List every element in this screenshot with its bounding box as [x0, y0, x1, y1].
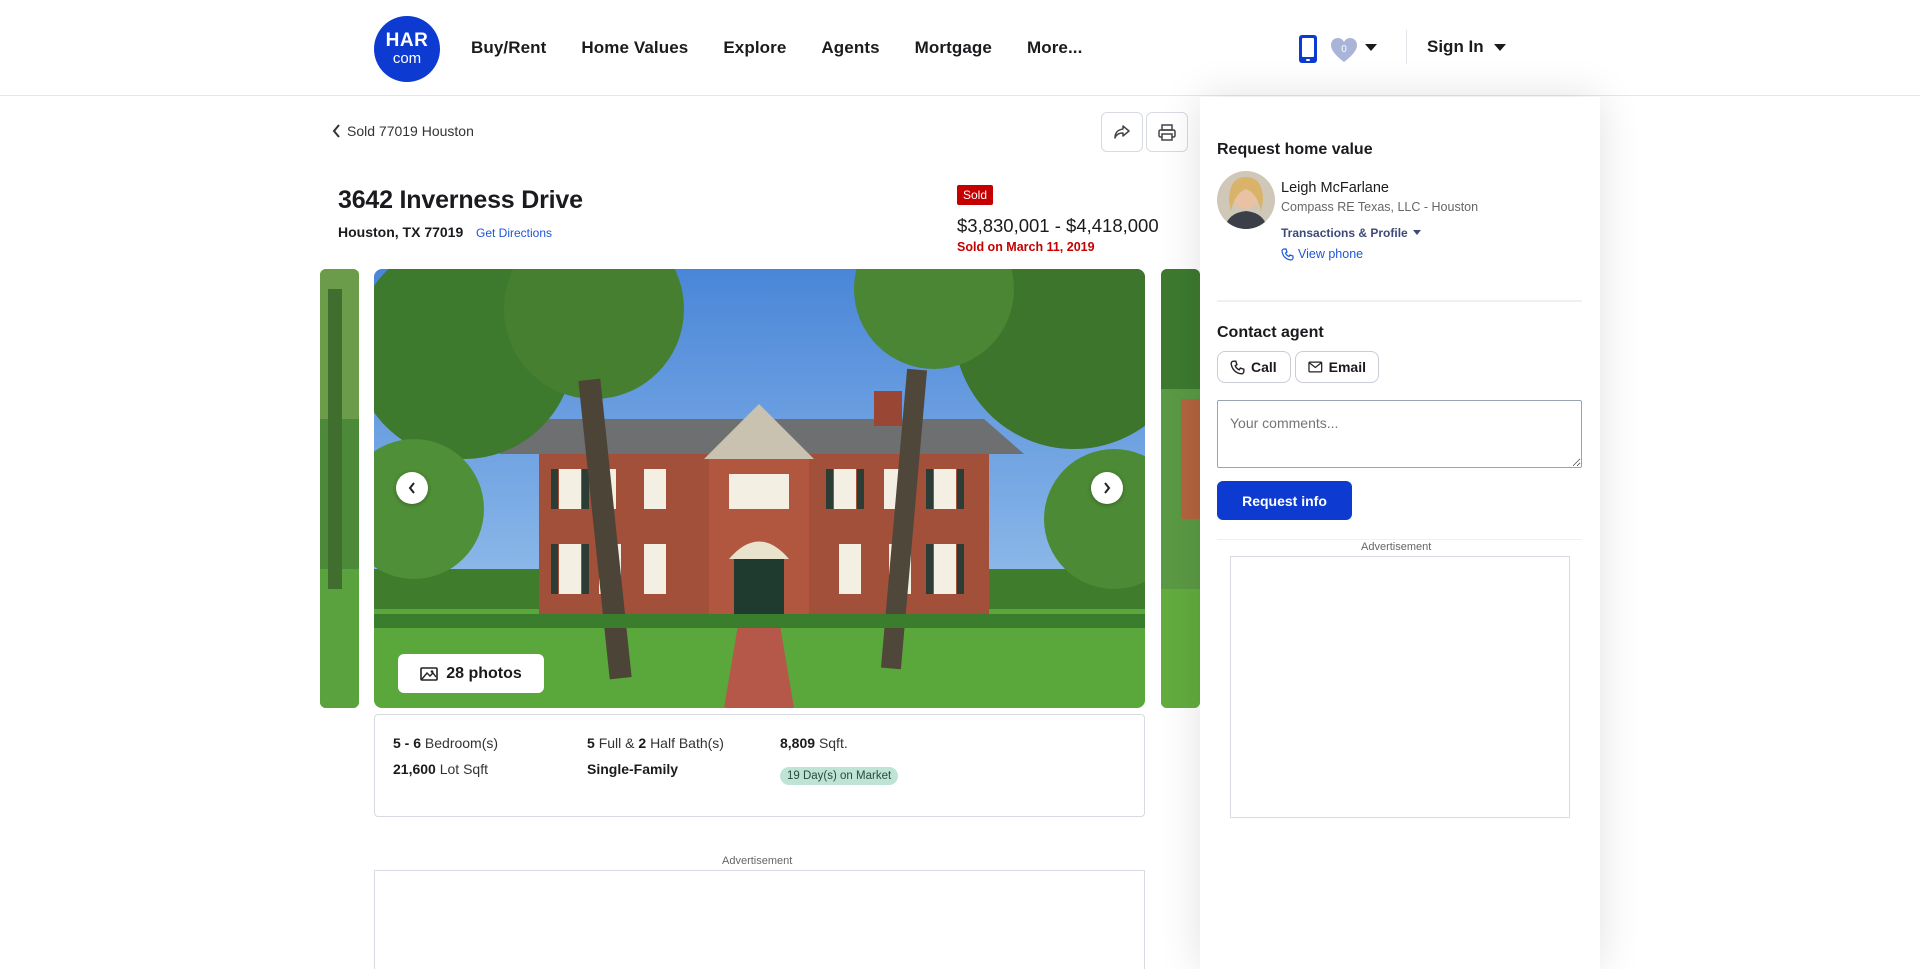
sidebar-advertisement-box[interactable] [1230, 556, 1570, 818]
full-bath-value: 5 [587, 735, 595, 751]
header-divider [1406, 30, 1407, 64]
agent-company: Compass RE Texas, LLC - Houston [1281, 200, 1479, 214]
chevron-right-icon [1104, 482, 1111, 494]
half-bath-value: 2 [638, 735, 647, 751]
transactions-profile-label: Transactions & Profile [1281, 226, 1408, 240]
email-icon [1308, 361, 1323, 373]
share-icon [1114, 125, 1130, 139]
nav-mortgage[interactable]: Mortgage [915, 38, 992, 58]
logo-text-bottom: com [392, 50, 422, 67]
print-button[interactable] [1146, 112, 1188, 152]
main-listing-photo[interactable] [374, 269, 1145, 708]
baths-fact: 5 Full & 2 Half Bath(s) [587, 735, 724, 751]
lot-fact: 21,600 Lot Sqft [393, 761, 488, 777]
days-on-market-badge: 19 Day(s) on Market [780, 767, 899, 785]
phone-icon [1281, 247, 1294, 261]
breadcrumb-text: Sold 77019 Houston [347, 123, 474, 139]
chevron-left-icon [332, 124, 340, 138]
gallery-icon [420, 666, 439, 681]
view-phone-link[interactable]: View phone [1281, 247, 1363, 261]
listing-facts: 5 - 6 Bedroom(s) 5 Full & 2 Half Bath(s)… [374, 714, 1145, 817]
listing-title: 3642 Inverness Drive [338, 186, 583, 214]
sign-in-button[interactable]: Sign In [1427, 37, 1484, 57]
request-home-value-heading: Request home value [1217, 141, 1373, 158]
sqft-value: 8,809 [780, 735, 816, 751]
view-phone-label: View phone [1298, 247, 1364, 261]
chevron-down-icon[interactable] [1494, 44, 1506, 51]
bedrooms-value: 5 - 6 [393, 735, 422, 751]
transactions-profile-dropdown[interactable]: Transactions & Profile [1281, 226, 1421, 240]
advertisement-label: Advertisement [1361, 541, 1432, 553]
advertisement-box[interactable] [374, 870, 1145, 969]
advertisement-label: Advertisement [722, 855, 793, 867]
next-photo-button[interactable] [1091, 472, 1123, 504]
agent-sidebar: Request home value Leigh McFarlane Compa… [1200, 97, 1600, 969]
sold-date: Sold on March 11, 2019 [957, 240, 1095, 254]
request-info-button[interactable]: Request info [1217, 481, 1352, 520]
call-button[interactable]: Call [1217, 351, 1291, 383]
sqft-label: Sqft. [818, 735, 848, 751]
get-directions-link[interactable]: Get Directions [476, 226, 552, 240]
listing-address: Houston, TX 77019 [338, 224, 464, 240]
har-logo[interactable]: HAR com [374, 16, 440, 82]
call-icon [1230, 359, 1245, 375]
nav-home-values[interactable]: Home Values [581, 38, 688, 58]
logo-text-top: HAR [385, 30, 429, 51]
sqft-fact: 8,809 Sqft. [780, 735, 848, 751]
chevron-left-icon [408, 482, 415, 494]
half-bath-label: Half Bath(s) [650, 735, 724, 751]
bedrooms-label: Bedroom(s) [424, 735, 499, 751]
chevron-down-icon [1412, 230, 1421, 235]
share-button[interactable] [1101, 112, 1143, 152]
full-bath-label: Full & [598, 735, 635, 751]
next-photo-thumbnail[interactable] [1161, 269, 1200, 708]
agent-avatar[interactable] [1217, 171, 1275, 229]
sidebar-thin-divider [1217, 539, 1582, 540]
favorites-count: 0 [1341, 44, 1347, 55]
property-type: Single-Family [587, 761, 678, 777]
breadcrumb[interactable]: Sold 77019 Houston [332, 123, 474, 139]
lot-label: Lot Sqft [439, 761, 488, 777]
previous-photo-thumbnail[interactable] [320, 269, 359, 708]
print-icon [1158, 123, 1176, 141]
property-type-value: Single-Family [587, 761, 679, 777]
nav-buy-rent[interactable]: Buy/Rent [471, 38, 546, 58]
listing-price: $3,830,001 - $4,418,000 [957, 215, 1159, 236]
contact-agent-heading: Contact agent [1217, 324, 1324, 341]
call-label: Call [1251, 359, 1277, 375]
sidebar-divider [1217, 300, 1582, 302]
nav-more[interactable]: More... [1027, 38, 1083, 58]
phone-icon[interactable] [1297, 34, 1319, 64]
status-badge: Sold [957, 185, 994, 205]
photos-count: 28 photos [446, 664, 522, 682]
heart-icon[interactable]: 0 [1329, 36, 1359, 64]
house-photo [374, 269, 1145, 708]
email-label: Email [1328, 359, 1366, 375]
nav-agents[interactable]: Agents [821, 38, 879, 58]
view-photos-button[interactable]: 28 photos [398, 654, 544, 693]
nav-explore[interactable]: Explore [723, 38, 786, 58]
bedrooms-fact: 5 - 6 Bedroom(s) [393, 735, 498, 751]
email-button[interactable]: Email [1295, 351, 1379, 383]
agent-name[interactable]: Leigh McFarlane [1281, 180, 1389, 196]
previous-photo-button[interactable] [396, 472, 428, 504]
chevron-down-icon[interactable] [1365, 44, 1377, 51]
main-nav: Buy/Rent Home Values Explore Agents Mort… [471, 38, 1117, 58]
lot-value: 21,600 [393, 761, 436, 777]
top-navigation-bar: HAR com Buy/Rent Home Values Explore Age… [0, 0, 1920, 96]
comments-field[interactable] [1217, 400, 1582, 468]
